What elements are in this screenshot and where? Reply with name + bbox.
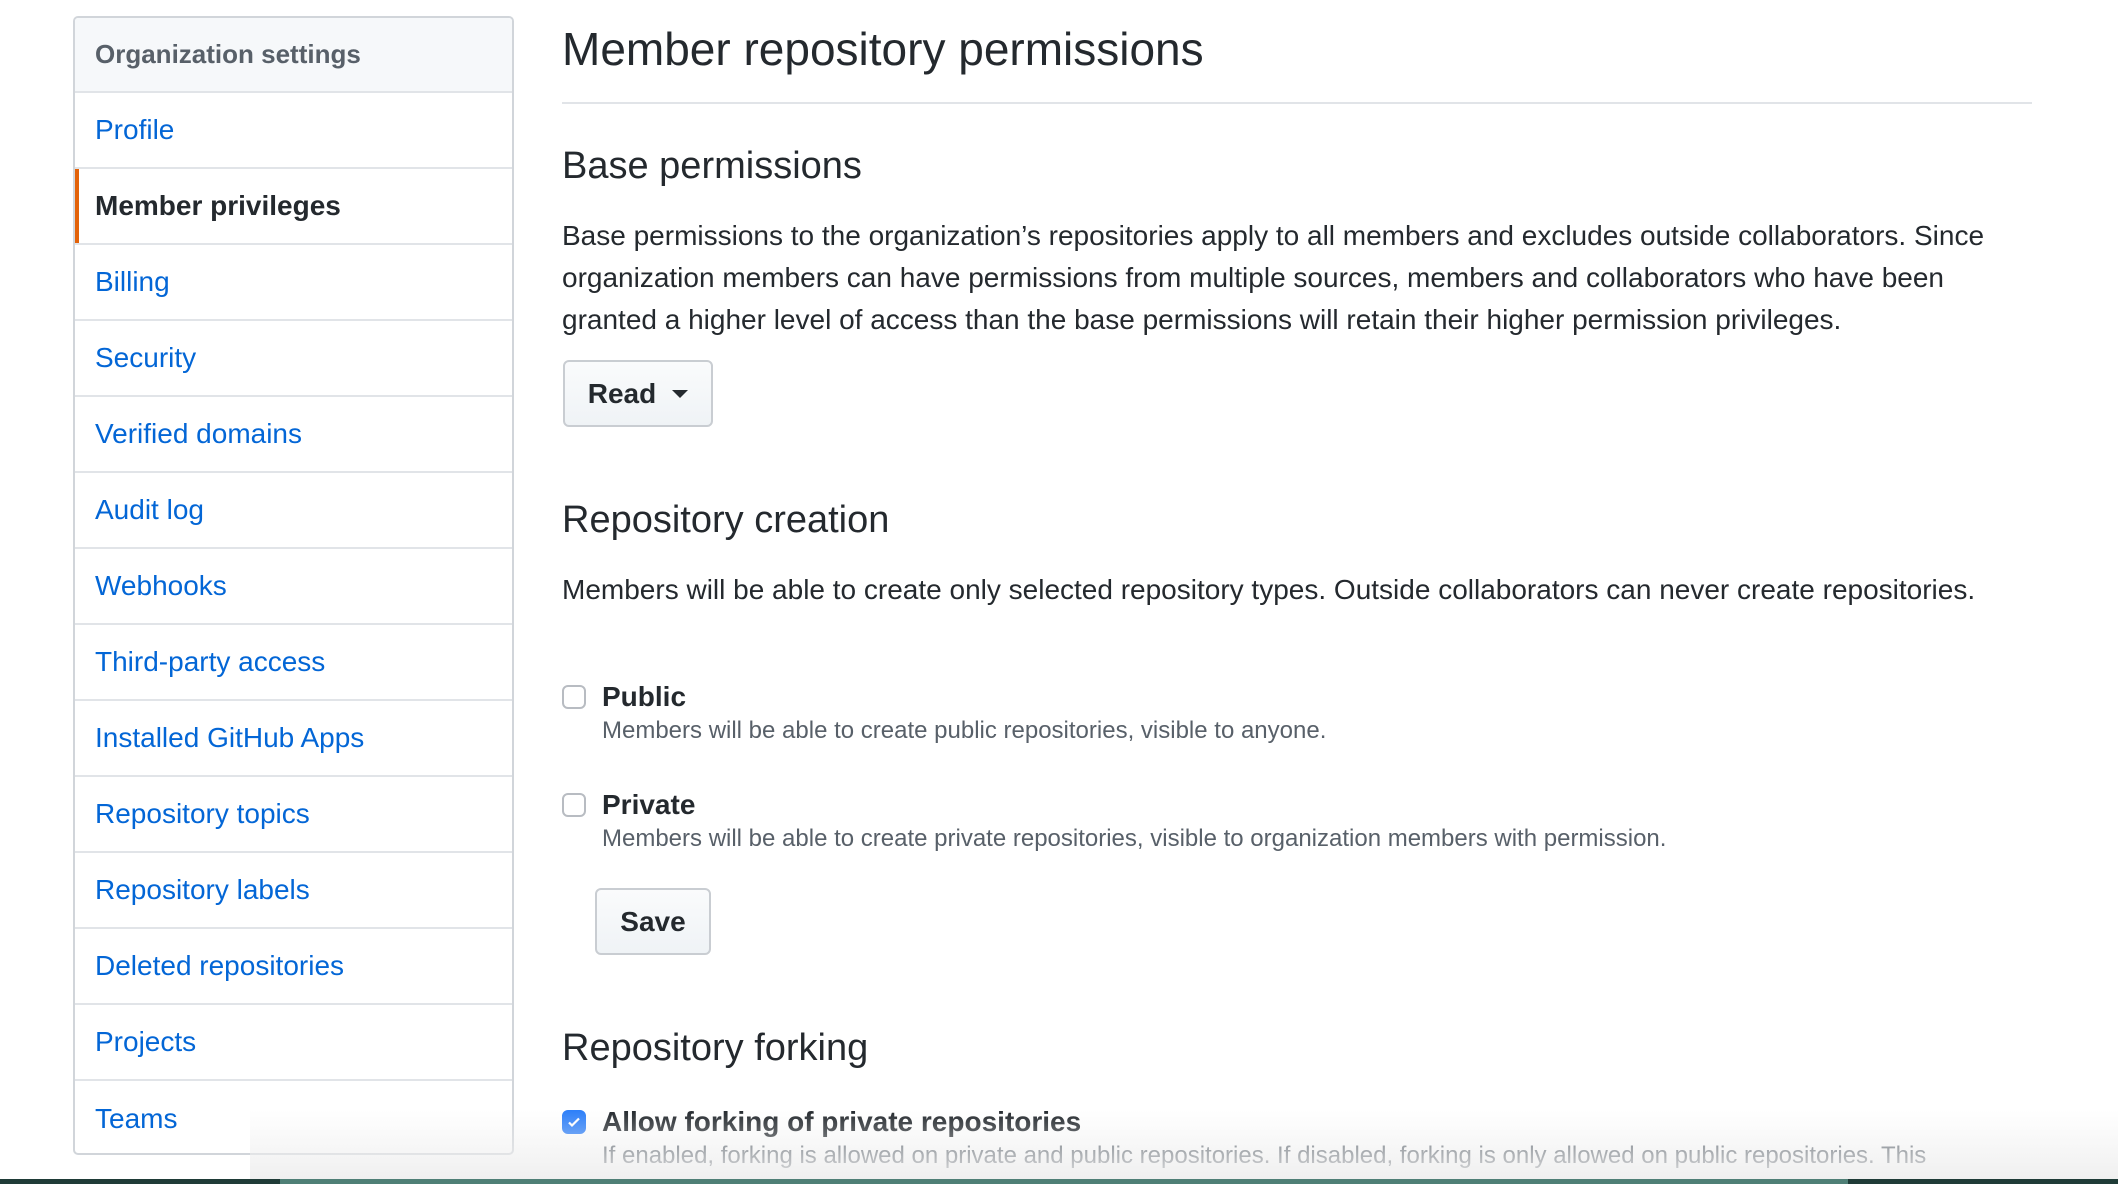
- private-option: Private: [562, 789, 695, 821]
- public-option: Public: [562, 681, 686, 713]
- base-permissions-description: Base permissions to the organization’s r…: [562, 220, 1985, 335]
- base-permission-value: Read: [587, 377, 657, 409]
- repository-forking-title: Repository forking: [562, 1027, 869, 1069]
- sidebar-item-installed-github-apps[interactable]: Installed GitHub Apps: [75, 701, 512, 777]
- checkmark-icon: [568, 1117, 580, 1128]
- base-permissions-title: Base permissions: [562, 145, 862, 187]
- sidebar-item-deleted-repositories[interactable]: Deleted repositories: [75, 929, 512, 1005]
- public-label[interactable]: Public: [602, 681, 686, 713]
- sidebar-item-third-party-access[interactable]: Third-party access: [75, 625, 512, 701]
- private-label[interactable]: Private: [602, 789, 695, 821]
- public-note: Members will be able to create public re…: [602, 717, 1327, 744]
- sidebar-item-member-privileges[interactable]: Member privileges: [75, 169, 512, 245]
- sidebar-item-security[interactable]: Security: [75, 321, 512, 397]
- private-note: Members will be able to create private r…: [602, 825, 1667, 852]
- sidebar-item-projects[interactable]: Projects: [75, 1005, 512, 1081]
- private-checkbox[interactable]: [562, 793, 586, 817]
- repository-creation-title: Repository creation: [562, 499, 890, 541]
- allow-forking-label[interactable]: Allow forking of private repositories: [602, 1106, 1081, 1138]
- sidebar-item-repository-topics[interactable]: Repository topics: [75, 777, 512, 853]
- title-divider: [562, 102, 2032, 104]
- sidebar-item-webhooks[interactable]: Webhooks: [75, 549, 512, 625]
- repository-creation-description: Members will be able to create only sele…: [562, 574, 1976, 605]
- page-title: Member repository permissions: [562, 23, 1204, 75]
- desktop-background-strip: [0, 1179, 2118, 1184]
- allow-forking-option: Allow forking of private repositories: [562, 1106, 1081, 1138]
- settings-page: Organization settings Profile Member pri…: [0, 0, 2118, 1184]
- sidebar-item-repository-labels[interactable]: Repository labels: [75, 853, 512, 929]
- allow-forking-checkbox[interactable]: [562, 1110, 586, 1134]
- org-settings-sidebar: Organization settings Profile Member pri…: [73, 16, 514, 1155]
- caret-down-icon: [672, 389, 689, 398]
- sidebar-item-audit-log[interactable]: Audit log: [75, 473, 512, 549]
- public-checkbox[interactable]: [562, 685, 586, 709]
- sidebar-item-teams[interactable]: Teams: [75, 1081, 512, 1153]
- sidebar-item-billing[interactable]: Billing: [75, 245, 512, 321]
- sidebar-item-verified-domains[interactable]: Verified domains: [75, 397, 512, 473]
- base-permission-dropdown[interactable]: Read: [563, 360, 713, 427]
- sidebar-header: Organization settings: [75, 18, 512, 93]
- save-button[interactable]: Save: [595, 888, 711, 955]
- sidebar-item-profile[interactable]: Profile: [75, 93, 512, 169]
- allow-forking-note: If enabled, forking is allowed on privat…: [602, 1142, 1927, 1169]
